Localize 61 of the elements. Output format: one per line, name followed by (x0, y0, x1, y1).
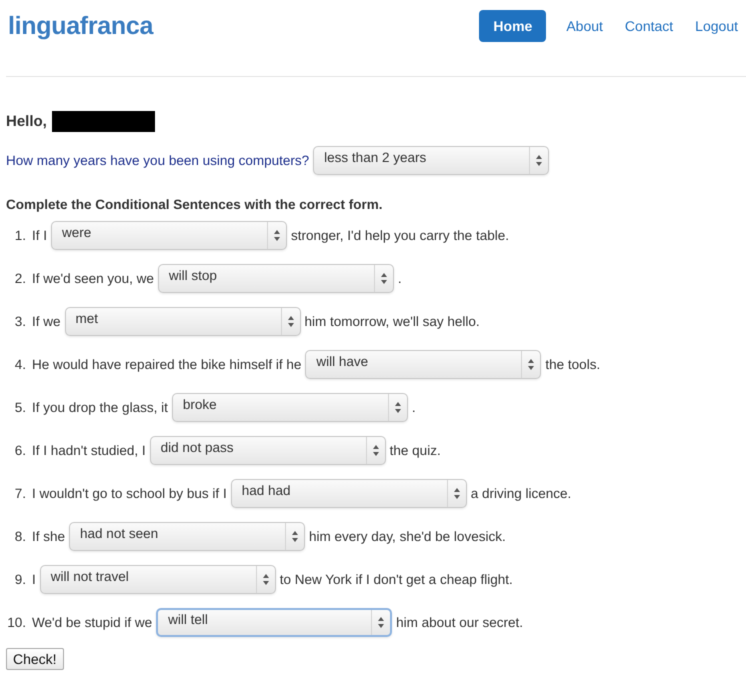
dropdown[interactable]: will have (305, 350, 542, 379)
dropdown[interactable]: less than 2 years (313, 146, 550, 175)
sentence-end: the quiz. (390, 443, 441, 458)
greeting: Hello, (6, 113, 47, 130)
sort-arrows-icon (394, 402, 401, 413)
sentence-start: If we'd seen you, we (32, 271, 154, 286)
item-number: 5. (14, 400, 26, 415)
sentence-start: If we (32, 314, 61, 329)
sentence-end: to New York if I don't get a cheap flight. (280, 572, 513, 587)
site-logo[interactable]: linguafranca (8, 12, 154, 40)
question-label: How many years have you been using computers? (6, 153, 310, 168)
item-number: 3. (14, 314, 26, 329)
sentence-start: We'd be stupid if we (32, 615, 152, 630)
sentence-start: If I hadn't studied, I (32, 443, 146, 458)
nav-link[interactable]: Contact (616, 10, 682, 42)
sort-arrows-icon (372, 445, 379, 456)
sentence-start: I wouldn't go to school by bus if I (32, 486, 227, 501)
item-number: 6. (14, 443, 26, 458)
dropdown[interactable]: had had (230, 479, 467, 508)
dropdown[interactable]: were (51, 221, 288, 250)
sort-arrows-icon (380, 273, 387, 284)
dropdown[interactable]: had not seen (69, 522, 306, 551)
sentence-start: If I (32, 228, 48, 243)
sentence-end: him about our secret. (396, 615, 523, 630)
sort-arrows-icon (378, 617, 384, 628)
nav-link[interactable]: Home (479, 10, 546, 42)
sort-arrows-icon (528, 359, 534, 370)
instruction-text: Complete the Conditional Sentences with the correct form. (6, 197, 384, 212)
sort-arrows-icon (454, 488, 460, 499)
dropdown[interactable]: will stop (158, 264, 394, 293)
nav-link[interactable]: About (558, 10, 611, 42)
sentence-end: the tools. (545, 357, 600, 372)
sentence-end: . (412, 400, 416, 415)
dropdown[interactable]: did not pass (150, 436, 386, 465)
sentence-end: a driving licence. (470, 486, 572, 501)
dropdown[interactable]: met (64, 307, 301, 336)
item-number: 4. (14, 357, 26, 372)
sort-arrows-icon (292, 531, 298, 542)
item-number: 9. (14, 572, 26, 587)
nav-link[interactable]: Logout (687, 10, 746, 42)
dropdown[interactable]: broke (172, 393, 408, 422)
item-number: 10. (6, 615, 26, 630)
sentence-start: He would have repaired the bike himself if he (32, 357, 302, 372)
sentence-end: him tomorrow, we'll say hello. (304, 314, 480, 329)
sentence-end: . (398, 271, 402, 286)
check-button[interactable]: Check! (6, 648, 64, 670)
dropdown[interactable]: will tell (156, 608, 392, 637)
item-number: 2. (14, 271, 26, 286)
sentence-start: I (32, 572, 36, 587)
sort-arrows-icon (274, 230, 280, 241)
sentence-end: stronger, I'd help you carry the table. (291, 228, 509, 243)
sentence-start: If you drop the glass, it (32, 400, 168, 415)
sentence-end: him every day, she'd be lovesick. (309, 529, 506, 544)
dropdown[interactable]: will not travel (40, 565, 276, 594)
item-number: 7. (14, 486, 26, 501)
sort-arrows-icon (288, 316, 294, 327)
sentence-start: If she (32, 529, 66, 544)
item-number: 1. (14, 228, 26, 243)
item-number: 8. (14, 529, 26, 544)
sort-arrows-icon (262, 574, 269, 585)
sort-arrows-icon (536, 155, 542, 166)
